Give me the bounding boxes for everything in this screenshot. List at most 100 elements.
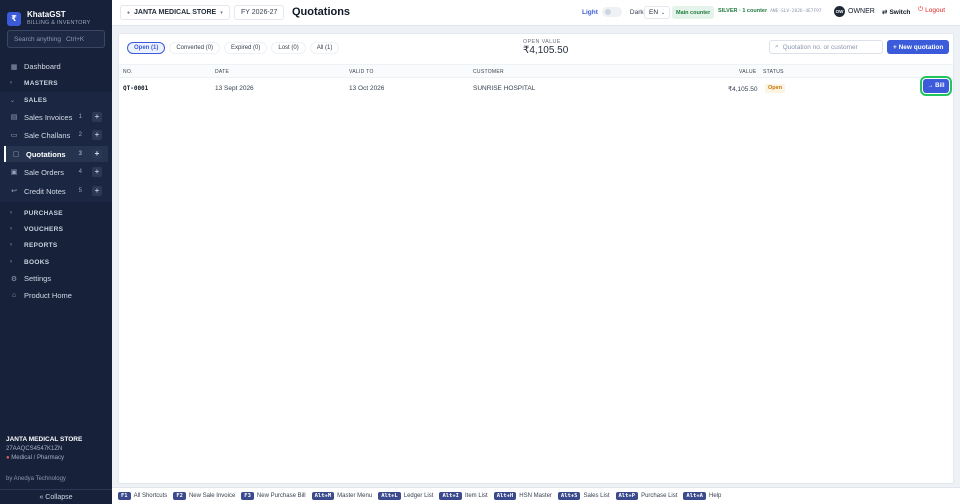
shortcut-master-menu[interactable]: Alt+M Master Menu bbox=[311, 492, 373, 500]
shortcut-purchase-list[interactable]: Alt+P Purchase List bbox=[615, 492, 678, 500]
add-quotation-button[interactable]: + bbox=[92, 149, 102, 159]
table-row[interactable]: QT-0001 13 Sept 2026 13 Oct 2026 SUNRISE… bbox=[119, 76, 953, 98]
sidebar-item-sale-challans[interactable]: ▭ Sale Challans 2 + bbox=[4, 127, 108, 143]
sidebar-item-quotations[interactable]: ▢ Quotations 3 + bbox=[4, 146, 108, 162]
shortcut-new-purchase-bill[interactable]: F3 New Purchase Bill bbox=[241, 492, 306, 500]
shortcut-ledger-list[interactable]: Alt+L Ledger List bbox=[378, 492, 433, 500]
rupee-logo-icon: ₹ bbox=[7, 11, 21, 26]
sidebar-group-label: PURCHASE bbox=[24, 209, 63, 217]
status-badge: Open bbox=[765, 84, 786, 93]
store-selector[interactable]: ● JANTA MEDICAL STORE ▾ bbox=[120, 5, 230, 20]
shortcut-sales-list[interactable]: Alt+S Sales List bbox=[557, 492, 610, 500]
sidebar-group-label: VOUCHERS bbox=[24, 225, 64, 233]
shortcut-label: Master Menu bbox=[337, 493, 373, 499]
open-value-summary: OPEN VALUE ₹4,105.50 bbox=[523, 39, 568, 56]
shortcut-all-shortcuts[interactable]: F1 All Shortcuts bbox=[118, 492, 167, 500]
table-header: NO. DATE VALID TO CUSTOMER VALUE STATUS bbox=[119, 64, 953, 78]
quotation-date: 13 Sept 2026 bbox=[215, 85, 254, 92]
sidebar-group-masters[interactable]: › MASTERS bbox=[4, 76, 108, 90]
shortcut-key: F1 bbox=[118, 492, 131, 500]
document-icon: ▢ bbox=[12, 151, 20, 158]
counter-badge: Main counter bbox=[672, 6, 715, 19]
shortcut-label: Purchase List bbox=[641, 493, 678, 499]
switch-button[interactable]: ⇄ Switch bbox=[878, 5, 914, 19]
add-sales-invoice-button[interactable]: + bbox=[92, 112, 102, 122]
sidebar-item-label: Quotations bbox=[26, 149, 66, 159]
sidebar-item-product-home[interactable]: ⌂ Product Home bbox=[4, 287, 108, 304]
add-credit-note-button[interactable]: + bbox=[92, 186, 102, 196]
theme-toggle[interactable] bbox=[601, 7, 622, 17]
sidebar-item-label: Dashboard bbox=[24, 62, 61, 71]
filter-lost[interactable]: Lost (0) bbox=[271, 42, 306, 54]
chevron-down-icon: ⌄ bbox=[661, 9, 666, 16]
sidebar-item-label: Settings bbox=[24, 274, 52, 283]
sidebar-search[interactable]: Search anything Ctrl+K bbox=[7, 30, 105, 48]
sidebar-search-placeholder: Search anything bbox=[14, 35, 61, 43]
search-placeholder: Quotation no. or customer bbox=[782, 43, 858, 51]
cart-icon: ▣ bbox=[10, 169, 18, 176]
shortcut-label: New Sale Invoice bbox=[188, 493, 236, 499]
brand-title: KhataGST bbox=[27, 10, 66, 19]
sidebar-item-settings[interactable]: ⚙ Settings bbox=[4, 270, 108, 287]
quotation-search-input[interactable]: ⌕ Quotation no. or customer bbox=[769, 40, 883, 54]
license-tier: SILVER · 1 counter bbox=[718, 8, 768, 14]
sidebar-group-label: REPORTS bbox=[24, 241, 58, 249]
status-filters: Open (1) Converted (0) Expired (0) Lost … bbox=[127, 42, 340, 54]
user-menu[interactable]: OW OWNER bbox=[834, 6, 875, 17]
column-header-status: STATUS bbox=[763, 69, 784, 75]
column-header-date: DATE bbox=[215, 69, 230, 75]
store-dot-icon: ● bbox=[127, 9, 131, 16]
sidebar-group-sales[interactable]: ⌄ SALES bbox=[4, 93, 108, 107]
shortcut-hsn-master[interactable]: Alt+H HSN Master bbox=[493, 492, 552, 500]
sidebar-group-purchase[interactable]: › PURCHASE bbox=[4, 206, 108, 220]
collapse-sidebar-button[interactable]: « Collapse bbox=[0, 489, 112, 504]
shortcut-new-sale-invoice[interactable]: F2 New Sale Invoice bbox=[173, 492, 235, 500]
filter-converted[interactable]: Converted (0) bbox=[169, 42, 221, 54]
sidebar-group-reports[interactable]: › REPORTS bbox=[4, 238, 108, 252]
convert-to-bill-button[interactable]: → Bill bbox=[920, 76, 952, 96]
store-name: JANTA MEDICAL STORE bbox=[6, 436, 83, 443]
store-gstin: 27AAQCS4547K1ZN bbox=[6, 446, 63, 452]
brand[interactable]: ₹ KhataGST BILLING & INVENTORY bbox=[0, 0, 112, 30]
chevron-right-icon: › bbox=[10, 226, 13, 232]
sidebar: ₹ KhataGST BILLING & INVENTORY Search an… bbox=[0, 0, 112, 504]
avatar: OW bbox=[834, 6, 845, 17]
sidebar-group-vouchers[interactable]: › VOUCHERS bbox=[4, 222, 108, 236]
sidebar-item-sale-orders[interactable]: ▣ Sale Orders 4 + bbox=[4, 164, 108, 180]
chevron-right-icon: › bbox=[10, 259, 13, 265]
column-header-customer: CUSTOMER bbox=[473, 69, 504, 75]
sidebar-item-credit-notes[interactable]: ↩ Credit Notes 5 + bbox=[4, 183, 108, 199]
filter-expired[interactable]: Expired (0) bbox=[224, 42, 268, 54]
shortcut-label: New Purchase Bill bbox=[256, 493, 306, 499]
add-sale-challan-button[interactable]: + bbox=[92, 130, 102, 140]
quotation-customer: SUNRISE HOSPITAL bbox=[473, 85, 536, 92]
sidebar-group-books[interactable]: › BOOKS bbox=[4, 255, 108, 269]
item-count: 4 bbox=[78, 169, 82, 175]
license-id: ANE-SLV-2026-4E7F97 bbox=[770, 9, 822, 14]
new-quotation-button[interactable]: + New quotation bbox=[887, 40, 950, 54]
sidebar-item-sales-invoices[interactable]: ▤ Sales Invoices 1 + bbox=[4, 109, 108, 125]
theme-light-label[interactable]: Light bbox=[582, 9, 598, 16]
license-info: SILVER · 1 counter ANE-SLV-2026-4E7F97 bbox=[718, 8, 822, 15]
shortcut-item-list[interactable]: Alt+I Item List bbox=[439, 492, 488, 500]
store-type: ● Medical / Pharmacy bbox=[6, 455, 106, 461]
filter-all[interactable]: All (1) bbox=[309, 42, 340, 54]
quotation-number[interactable]: QT-0001 bbox=[123, 85, 148, 92]
topbar: ● JANTA MEDICAL STORE ▾ FY 2026-27 Quota… bbox=[112, 0, 960, 26]
sidebar-item-dashboard[interactable]: ▦ Dashboard bbox=[4, 58, 108, 75]
page-title: Quotations bbox=[292, 6, 351, 18]
theme-dark-label[interactable]: Dark bbox=[630, 9, 644, 16]
search-shortcut-hint: Ctrl+K bbox=[65, 35, 85, 43]
file-icon: ▤ bbox=[10, 114, 18, 121]
logout-button[interactable]: ⏻ Logout bbox=[918, 6, 945, 14]
theme-switcher[interactable]: Light Dark bbox=[582, 7, 644, 17]
fiscal-year-selector[interactable]: FY 2026-27 bbox=[234, 5, 285, 20]
quotation-valid-to: 13 Oct 2026 bbox=[349, 85, 385, 92]
shortcut-help[interactable]: Alt+A Help bbox=[683, 492, 721, 500]
gear-icon: ⚙ bbox=[10, 275, 18, 283]
pill-icon: ● bbox=[6, 455, 10, 461]
language-selector[interactable]: EN ⌄ bbox=[644, 6, 671, 19]
filter-open[interactable]: Open (1) bbox=[127, 42, 166, 54]
add-sale-order-button[interactable]: + bbox=[92, 167, 102, 177]
switch-label: Switch bbox=[889, 8, 911, 16]
